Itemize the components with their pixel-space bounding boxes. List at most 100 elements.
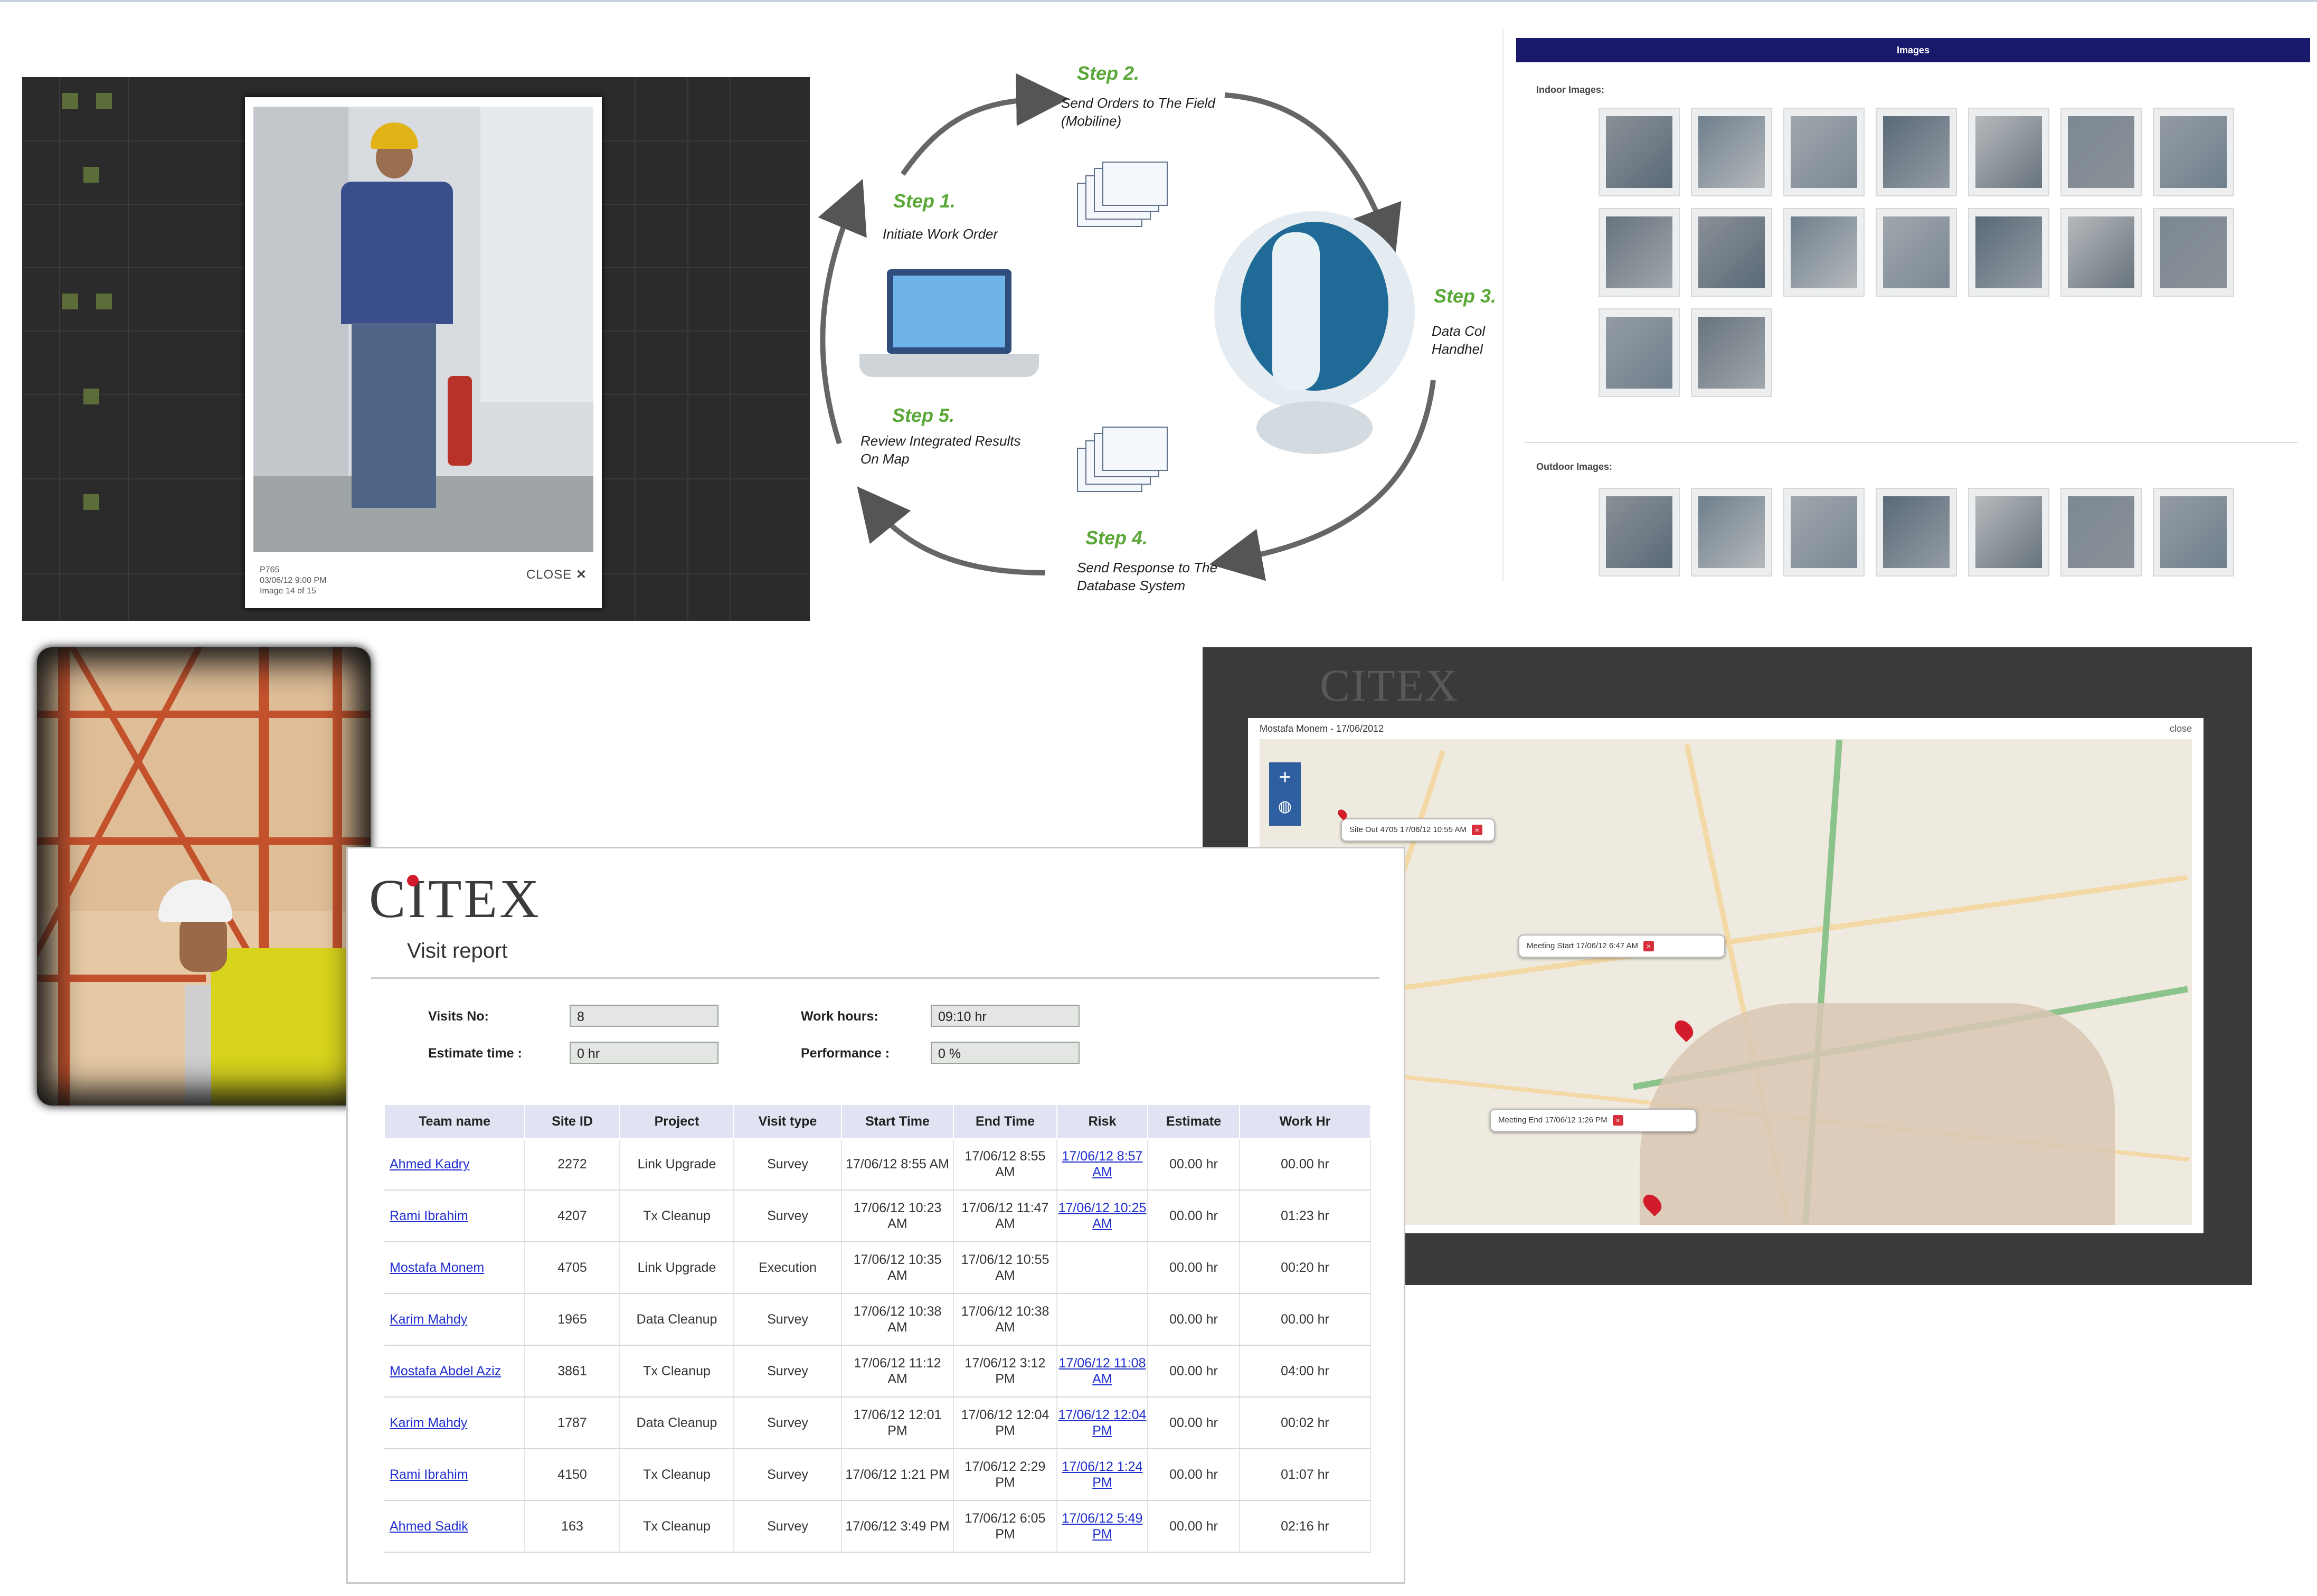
thumbnail-image[interactable] xyxy=(1783,108,1865,196)
start-time-cell: 17/06/12 3:49 PM xyxy=(841,1500,954,1553)
table-cell: 17/06/12 12:04 PM xyxy=(1057,1397,1148,1449)
thumbnail-image[interactable] xyxy=(1599,108,1680,196)
thumbnail-image[interactable] xyxy=(1691,308,1772,397)
table-cell xyxy=(1057,1293,1148,1346)
map-info-bubble[interactable]: Meeting Start 17/06/12 6:47 AM × xyxy=(1518,934,1725,958)
team-name-link[interactable]: Ahmed Kadry xyxy=(390,1157,469,1172)
map-pin-icon[interactable] xyxy=(1671,1016,1697,1043)
close-icon[interactable]: × xyxy=(1471,825,1482,836)
laptop-icon xyxy=(859,269,1039,391)
outdoor-images-label: Outdoor Images: xyxy=(1536,461,1613,472)
thumbnail-image[interactable] xyxy=(2060,208,2142,297)
work-hours-field: 09:10 hr xyxy=(931,1005,1080,1027)
team-icon xyxy=(83,389,99,404)
team-name-link[interactable]: Karim Mahdy xyxy=(390,1415,467,1430)
table-row: Mostafa Abdel Aziz 3861 Tx Cleanup Survey 17… xyxy=(384,1345,1371,1397)
performance-label: Performance : xyxy=(801,1046,890,1061)
globe-icon[interactable]: ◍ xyxy=(1269,792,1301,821)
zoom-in-button[interactable]: + xyxy=(1269,762,1301,792)
thumbnail-image[interactable] xyxy=(2060,108,2142,196)
forms-stack-icon xyxy=(1077,162,1168,235)
step-4-title: Step 4. xyxy=(1085,527,1148,549)
step-5-desc: Review Integrated Results On Map xyxy=(860,433,1021,467)
map-info-bubble[interactable]: Meeting End 17/06/12 1:26 PM × xyxy=(1490,1109,1697,1132)
risk-link[interactable]: 17/06/12 12:04 PM xyxy=(1058,1408,1147,1438)
risk-link[interactable]: 17/06/12 8:57 AM xyxy=(1062,1149,1143,1179)
thumbnail-image[interactable] xyxy=(2060,488,2142,577)
start-time-cell: 17/06/12 1:21 PM xyxy=(841,1449,954,1501)
thumbnail-image[interactable] xyxy=(1968,208,2049,297)
risk-link[interactable]: 17/06/12 5:49 PM xyxy=(1062,1511,1143,1542)
globe-icon xyxy=(1214,211,1415,465)
thumbnail-image[interactable] xyxy=(2153,488,2234,577)
visit-type-cell: Survey xyxy=(734,1190,842,1242)
estimate-cell: 00.00 hr xyxy=(1148,1500,1240,1553)
step-3-title: Step 3. xyxy=(1434,285,1497,307)
step-3-desc: Data Col Handhel xyxy=(1432,323,1486,357)
risk-link[interactable]: 17/06/12 10:25 AM xyxy=(1058,1201,1147,1231)
column-header: Project xyxy=(619,1104,734,1139)
site-id-cell: 4207 xyxy=(525,1190,620,1242)
thumbnail-image[interactable] xyxy=(2153,108,2234,196)
work-hr-cell: 01:07 hr xyxy=(1240,1449,1371,1501)
thumbnail-image[interactable] xyxy=(1599,308,1680,397)
table-cell: Mostafa Abdel Aziz xyxy=(384,1345,525,1397)
table-cell xyxy=(1057,1242,1148,1294)
close-icon[interactable]: × xyxy=(1643,941,1654,952)
end-time-cell: 17/06/12 10:38 AM xyxy=(953,1293,1057,1346)
table-cell: Rami Ibrahim xyxy=(384,1190,525,1242)
team-icon xyxy=(96,93,112,109)
visit-type-cell: Execution xyxy=(734,1242,842,1294)
team-name-link[interactable]: Rami Ibrahim xyxy=(390,1467,468,1482)
thumbnail-image[interactable] xyxy=(1876,208,1957,297)
close-button[interactable]: CLOSE ✕ xyxy=(526,567,587,582)
close-icon[interactable]: × xyxy=(1612,1115,1623,1126)
thumbnail-image[interactable] xyxy=(1691,208,1772,297)
visit-report-table: Team name Site ID Project Visit type Sta… xyxy=(384,1104,1371,1553)
citex-logo: CITEX xyxy=(369,868,542,929)
zoom-control[interactable]: + ◍ xyxy=(1269,762,1301,826)
visit-type-cell: Survey xyxy=(734,1397,842,1449)
thumbnail-image[interactable] xyxy=(1599,488,1680,577)
photo-caption: P765 03/06/12 9:00 PM Image 14 of 15 xyxy=(260,565,327,596)
work-hours-label: Work hours: xyxy=(801,1009,878,1024)
thumbnail-image[interactable] xyxy=(1783,208,1865,297)
logo-dot-icon xyxy=(407,875,419,886)
team-name-link[interactable]: Mostafa Monem xyxy=(390,1260,484,1275)
team-name-link[interactable]: Mostafa Abdel Aziz xyxy=(390,1364,501,1378)
project-cell: Data Cleanup xyxy=(620,1397,734,1449)
thumbnail-image[interactable] xyxy=(1691,108,1772,196)
table-cell: 17/06/12 8:57 AM xyxy=(1057,1138,1148,1191)
team-name-link[interactable]: Ahmed Sadik xyxy=(390,1519,468,1534)
team-name-link[interactable]: Rami Ibrahim xyxy=(390,1208,468,1223)
thumbnail-image[interactable] xyxy=(2153,208,2234,297)
thumbnail-image[interactable] xyxy=(1783,488,1865,577)
thumbnail-image[interactable] xyxy=(1691,488,1772,577)
map-info-bubble[interactable]: Site Out 4705 17/06/12 10:55 AM × xyxy=(1341,818,1495,842)
step-2-title: Step 2. xyxy=(1077,62,1140,84)
site-id-cell: 4705 xyxy=(525,1242,620,1294)
thumbnail-image[interactable] xyxy=(1968,488,2049,577)
end-time-cell: 17/06/12 11:47 AM xyxy=(953,1190,1057,1242)
step-2-desc: Send Orders to The Field (Mobiline) xyxy=(1061,95,1215,129)
work-hr-cell: 02:16 hr xyxy=(1240,1500,1371,1553)
thumbnail-image[interactable] xyxy=(1876,108,1957,196)
thumbnail-image[interactable] xyxy=(1968,108,2049,196)
top-divider-line xyxy=(0,0,2317,2)
risk-link[interactable]: 17/06/12 1:24 PM xyxy=(1062,1459,1143,1490)
estimate-cell: 00.00 hr xyxy=(1148,1242,1240,1294)
start-time-cell: 17/06/12 8:55 AM xyxy=(841,1138,954,1191)
team-name-link[interactable]: Karim Mahdy xyxy=(390,1312,467,1327)
risk-link[interactable]: 17/06/12 11:08 AM xyxy=(1059,1356,1146,1386)
thumbnail-image[interactable] xyxy=(1599,208,1680,297)
thumbnail-image[interactable] xyxy=(1876,488,1957,577)
table-header-row: Team name Site ID Project Visit type Sta… xyxy=(384,1104,1371,1139)
project-cell: Tx Cleanup xyxy=(620,1500,734,1553)
table-cell: Mostafa Monem xyxy=(384,1242,525,1294)
project-cell: Data Cleanup xyxy=(620,1293,734,1346)
column-header: Site ID xyxy=(524,1104,620,1139)
end-time-cell: 17/06/12 3:12 PM xyxy=(953,1345,1057,1397)
visit-report-panel: CITEX Visit report Visits No: 8 Work hou… xyxy=(346,847,1405,1584)
x-icon: ✕ xyxy=(575,568,587,582)
map-close-button[interactable]: close xyxy=(2170,723,2192,734)
